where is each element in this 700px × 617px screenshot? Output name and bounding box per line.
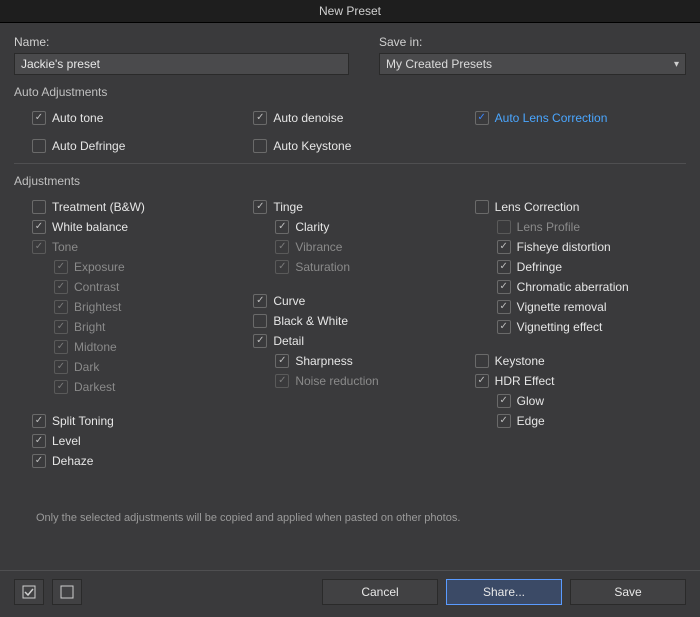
section-adjustments: Adjustments — [14, 174, 686, 188]
cb-auto-lens-correction[interactable]: Auto Lens Correction — [475, 109, 686, 127]
cb-auto-defringe[interactable]: Auto Defringe — [32, 137, 243, 155]
cb-detail[interactable]: Detail — [253, 332, 464, 350]
cb-tone[interactable]: Tone — [32, 238, 243, 256]
divider — [14, 163, 686, 164]
cb-treatment-bw[interactable]: Treatment (B&W) — [32, 198, 243, 216]
cb-hdr-effect[interactable]: HDR Effect — [475, 372, 686, 390]
cb-defringe[interactable]: Defringe — [497, 258, 686, 276]
select-all-button[interactable] — [14, 579, 44, 605]
cb-auto-tone[interactable]: Auto tone — [32, 109, 243, 127]
cb-lens-profile[interactable]: Lens Profile — [497, 218, 686, 236]
check-all-icon — [22, 585, 36, 599]
cb-clarity[interactable]: Clarity — [275, 218, 464, 236]
cancel-button[interactable]: Cancel — [322, 579, 438, 605]
cb-vignetting-effect[interactable]: Vignetting effect — [497, 318, 686, 336]
cb-midtone[interactable]: Midtone — [54, 338, 243, 356]
savein-dropdown[interactable]: My Created Presets ▾ — [379, 53, 686, 75]
cb-auto-keystone[interactable]: Auto Keystone — [253, 137, 464, 155]
cb-saturation[interactable]: Saturation — [275, 258, 464, 276]
cb-level[interactable]: Level — [32, 432, 243, 450]
empty-box-icon — [60, 585, 74, 599]
new-preset-dialog: New Preset Name: Save in: My Created Pre… — [0, 0, 700, 617]
cb-noise-reduction[interactable]: Noise reduction — [275, 372, 464, 390]
deselect-all-button[interactable] — [52, 579, 82, 605]
cb-sharpness[interactable]: Sharpness — [275, 352, 464, 370]
cb-tinge[interactable]: Tinge — [253, 198, 464, 216]
cb-exposure[interactable]: Exposure — [54, 258, 243, 276]
cb-dehaze[interactable]: Dehaze — [32, 452, 243, 470]
name-label: Name: — [14, 35, 359, 49]
dialog-title: New Preset — [0, 0, 700, 23]
cb-lens-correction[interactable]: Lens Correction — [475, 198, 686, 216]
cb-white-balance[interactable]: White balance — [32, 218, 243, 236]
cb-split-toning[interactable]: Split Toning — [32, 412, 243, 430]
cb-edge[interactable]: Edge — [497, 412, 686, 430]
cb-chromatic-aberration[interactable]: Chromatic aberration — [497, 278, 686, 296]
cb-bright[interactable]: Bright — [54, 318, 243, 336]
cb-vignette-removal[interactable]: Vignette removal — [497, 298, 686, 316]
name-input[interactable] — [14, 53, 349, 75]
cb-fisheye-distortion[interactable]: Fisheye distortion — [497, 238, 686, 256]
cb-black-white[interactable]: Black & White — [253, 312, 464, 330]
footer-note: Only the selected adjustments will be co… — [36, 512, 686, 524]
cb-darkest[interactable]: Darkest — [54, 378, 243, 396]
savein-label: Save in: — [379, 35, 686, 49]
dialog-body: Name: Save in: My Created Presets ▾ Auto… — [0, 23, 700, 570]
cb-dark[interactable]: Dark — [54, 358, 243, 376]
cb-curve[interactable]: Curve — [253, 292, 464, 310]
chevron-down-icon: ▾ — [674, 59, 679, 70]
cb-auto-denoise[interactable]: Auto denoise — [253, 109, 464, 127]
cb-contrast[interactable]: Contrast — [54, 278, 243, 296]
cb-brightest[interactable]: Brightest — [54, 298, 243, 316]
cb-vibrance[interactable]: Vibrance — [275, 238, 464, 256]
cb-glow[interactable]: Glow — [497, 392, 686, 410]
share-button[interactable]: Share... — [446, 579, 562, 605]
section-auto-adjustments: Auto Adjustments — [14, 85, 686, 99]
savein-value: My Created Presets — [386, 57, 492, 71]
save-button[interactable]: Save — [570, 579, 686, 605]
cb-keystone[interactable]: Keystone — [475, 352, 686, 370]
button-bar: Cancel Share... Save — [0, 570, 700, 617]
